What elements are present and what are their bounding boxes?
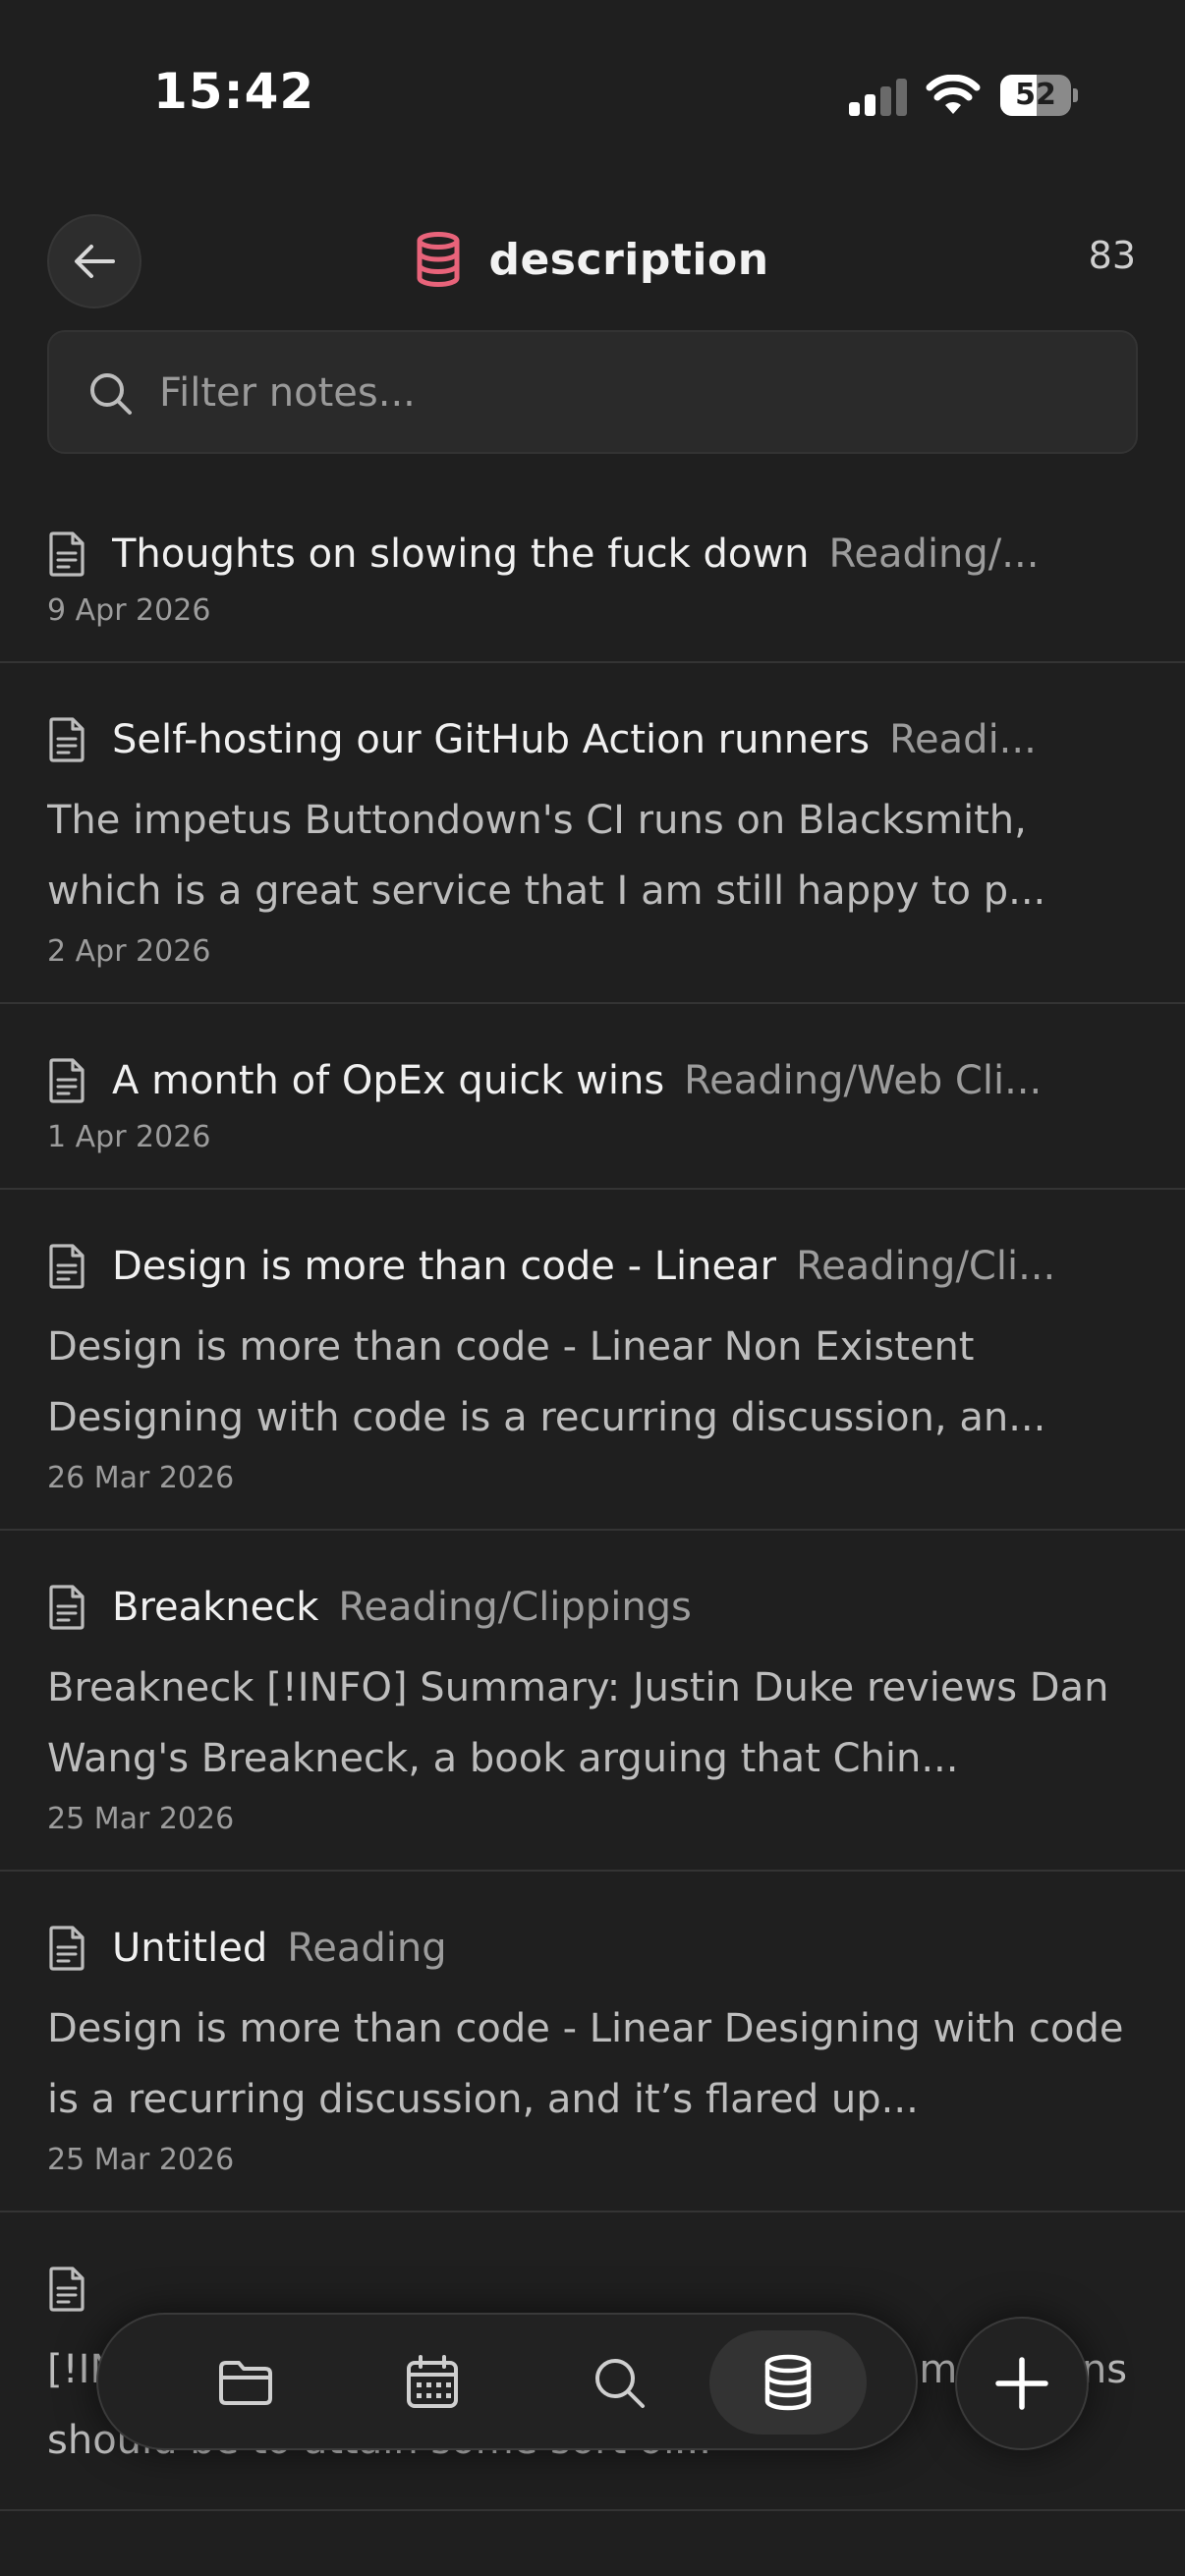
note-date: 25 Mar 2026 [47, 1802, 235, 1836]
note-date: 25 Mar 2026 [47, 2143, 235, 2177]
note-title: Self-hosting our GitHub Action runners [112, 717, 871, 762]
document-icon [49, 1585, 85, 1630]
plus-icon [995, 2357, 1048, 2410]
tab-files[interactable] [167, 2330, 324, 2435]
note-list-item[interactable]: Untitled Reading Design is more than code … [0, 1872, 1185, 2212]
bottom-tab-bar [96, 2313, 918, 2450]
cellular-signal-icon [849, 79, 908, 116]
status-bar: 15:42 52 [0, 0, 1185, 196]
note-preview: Breakneck [!INFO] Summary: Justin Duke r… [47, 1665, 1109, 1781]
note-count: 83 [1088, 234, 1136, 277]
document-icon [49, 1244, 85, 1289]
note-folder: Reading/Cli... [796, 1244, 1056, 1289]
note-title-row: Thoughts on slowing the fuck down Reading… [47, 523, 1138, 586]
arrow-left-icon [75, 245, 115, 278]
note-folder: Reading [287, 1926, 447, 1971]
note-date: 2 Apr 2026 [47, 934, 211, 969]
note-list-item[interactable]: Thoughts on slowing the fuck down Reading… [0, 477, 1185, 663]
note-folder: Reading/Web Cli... [684, 1058, 1043, 1103]
database-icon [417, 232, 460, 287]
document-icon [49, 1058, 85, 1103]
wifi-icon [926, 75, 981, 114]
note-list-item[interactable]: A month of OpEx quick wins Reading/Web Cl… [0, 1004, 1185, 1190]
note-title: Breakneck [112, 1585, 319, 1630]
note-title-row: Breakneck Reading/Clippings [47, 1576, 1138, 1639]
note-title: Design is more than code - Linear [112, 1244, 777, 1289]
note-preview: Design is more than code - Linear Non Ex… [47, 1324, 1046, 1440]
note-list-item[interactable]: Design is more than code - Linear Reading… [0, 1190, 1185, 1531]
note-preview: Design is more than code - Linear Design… [47, 2006, 1124, 2122]
note-date: 26 Mar 2026 [47, 1461, 235, 1495]
note-date: 1 Apr 2026 [47, 1120, 211, 1154]
tab-search[interactable] [540, 2330, 698, 2435]
page-title: description [488, 234, 769, 285]
note-preview: The impetus Buttondown's CI runs on Blac… [47, 798, 1046, 914]
battery-level: 52 [1015, 78, 1056, 112]
note-title-row: Self-hosting our GitHub Action runners Re… [47, 708, 1138, 771]
note-title: Untitled [112, 1926, 268, 1971]
database-icon [764, 2354, 812, 2411]
note-title-row: A month of OpEx quick wins Reading/Web Cl… [47, 1049, 1138, 1112]
header: description [0, 224, 1185, 295]
note-title: Thoughts on slowing the fuck down [112, 532, 810, 577]
back-button[interactable] [47, 214, 141, 308]
search-icon [595, 2359, 645, 2408]
document-icon [49, 717, 85, 762]
calendar-icon [407, 2355, 458, 2408]
note-list-item[interactable]: Breakneck Reading/Clippings Breakneck [!IN… [0, 1531, 1185, 1872]
note-folder: Reading/Clippings [338, 1585, 692, 1630]
tab-calendar[interactable] [354, 2330, 511, 2435]
note-title-row: Untitled Reading [47, 1917, 1138, 1980]
note-folder: Reading/... [828, 532, 1040, 577]
note-title-row [47, 2258, 1138, 2321]
document-icon [49, 532, 85, 577]
note-list-item[interactable]: Self-hosting our GitHub Action runners Re… [0, 663, 1185, 1004]
note-title-row: Design is more than code - Linear Reading… [47, 1235, 1138, 1298]
document-icon [49, 1926, 85, 1971]
document-icon [49, 2267, 85, 2312]
note-folder: Readi... [889, 717, 1037, 762]
tab-bases[interactable] [709, 2330, 867, 2435]
search-icon [90, 373, 132, 415]
new-note-button[interactable] [955, 2317, 1089, 2450]
notes-list: Thoughts on slowing the fuck down Reading… [0, 477, 1185, 2511]
folder-icon [219, 2361, 272, 2405]
battery-icon: 52 [1000, 75, 1078, 116]
note-date: 9 Apr 2026 [47, 593, 211, 628]
filter-box[interactable] [47, 330, 1138, 454]
filter-notes-input[interactable] [157, 352, 1100, 434]
note-title: A month of OpEx quick wins [112, 1058, 665, 1103]
status-time: 15:42 [153, 63, 315, 120]
